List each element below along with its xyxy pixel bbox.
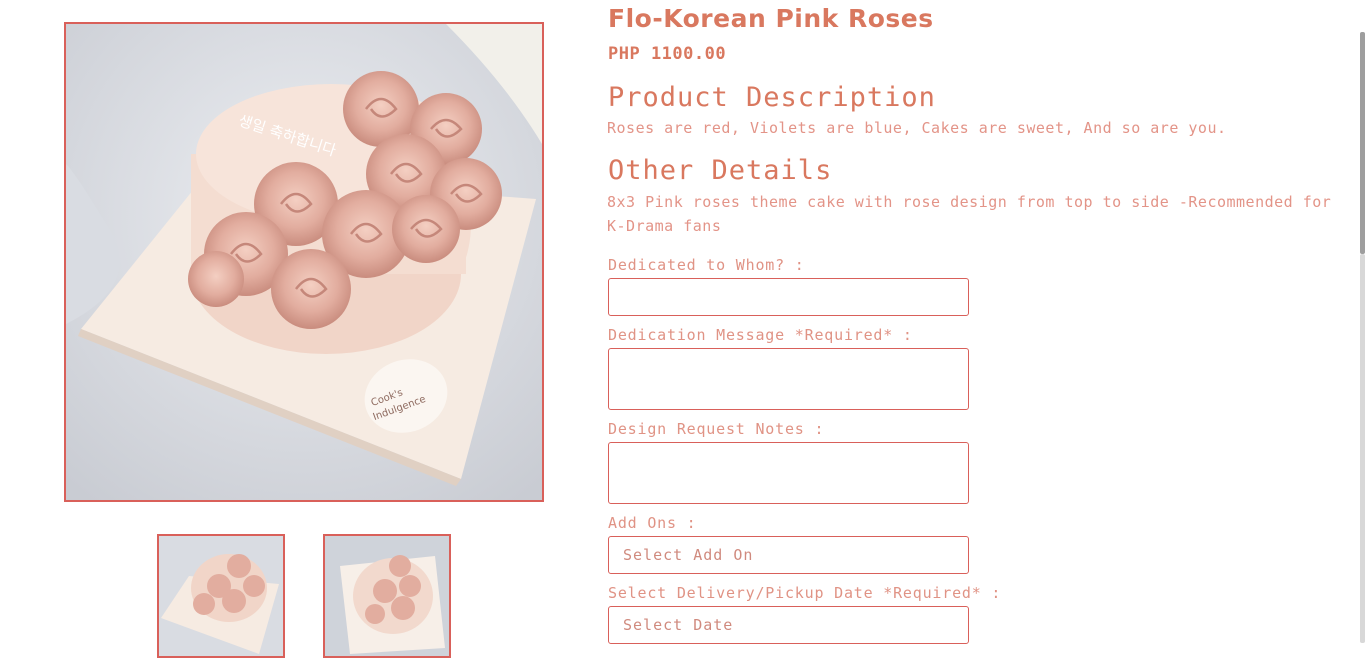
message-textarea[interactable]	[608, 348, 969, 410]
thumbnail-2[interactable]	[323, 534, 451, 658]
page-scrollbar[interactable]	[1358, 0, 1366, 643]
addons-select[interactable]: Select Add On	[608, 536, 969, 574]
product-description: Roses are red, Violets are blue, Cakes a…	[607, 119, 1227, 137]
dedicated-input[interactable]	[608, 278, 969, 316]
product-details: 8x3 Pink roses theme cake with rose desi…	[607, 193, 1332, 235]
dedicated-label: Dedicated to Whom? :	[608, 256, 805, 274]
main-product-image: 생일 축하합니다 Cook's Indulgence	[64, 22, 544, 502]
product-price: PHP 1100.00	[608, 44, 727, 64]
scrollbar-thumb[interactable]	[1360, 32, 1365, 254]
design-notes-label: Design Request Notes :	[608, 420, 825, 438]
thumbnail-1[interactable]	[157, 534, 285, 658]
date-selected-value: Select Date	[623, 616, 734, 634]
date-select[interactable]: Select Date	[608, 606, 969, 644]
addons-selected-value: Select Add On	[623, 546, 754, 564]
description-heading: Product Description	[608, 82, 936, 113]
message-label: Dedication Message *Required* :	[608, 326, 913, 344]
product-title: Flo-Korean Pink Roses	[608, 4, 934, 33]
scrollbar-track[interactable]	[1360, 254, 1365, 643]
design-notes-textarea[interactable]	[608, 442, 969, 504]
date-label: Select Delivery/Pickup Date *Required* :	[608, 584, 1002, 602]
details-heading: Other Details	[608, 155, 833, 186]
addons-label: Add Ons :	[608, 514, 697, 532]
